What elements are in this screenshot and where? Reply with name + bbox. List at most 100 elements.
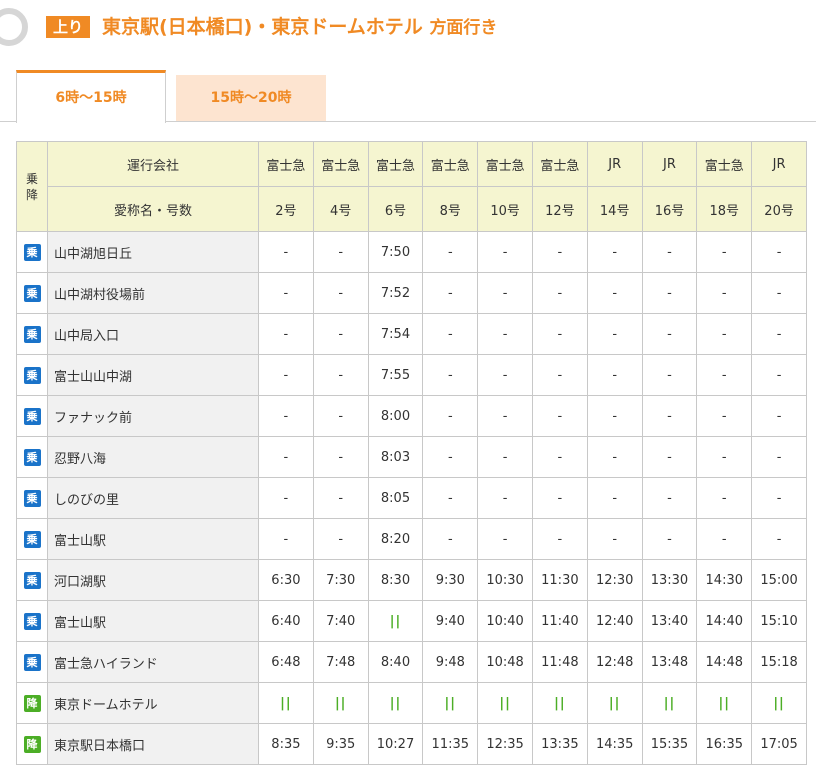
ride-badge-icon: 乗 bbox=[23, 571, 41, 589]
time-cell: - bbox=[477, 313, 533, 355]
time-cell: - bbox=[586, 272, 643, 314]
time-cell: - bbox=[312, 395, 369, 437]
pass-through-cell: || bbox=[367, 600, 424, 642]
time-cell: - bbox=[477, 477, 533, 519]
time-cell: - bbox=[477, 231, 533, 273]
operator-label: 運行会社 bbox=[47, 141, 259, 187]
pass-through-cell: || bbox=[586, 682, 643, 724]
time-cell: - bbox=[586, 354, 643, 396]
time-cell: - bbox=[258, 395, 314, 437]
time-cell: - bbox=[641, 395, 698, 437]
pass-through-cell: || bbox=[422, 682, 479, 724]
time-cell: 13:40 bbox=[641, 600, 698, 642]
time-cell: 8:40 bbox=[367, 641, 424, 683]
time-cell: 9:40 bbox=[422, 600, 479, 642]
time-cell: - bbox=[696, 477, 753, 519]
time-cell: 8:00 bbox=[367, 395, 424, 437]
table-row: 降東京駅日本橋口 8:35 9:35 10:27 11:35 12:35 13:35 14:3… bbox=[16, 723, 807, 765]
pass-through-mark: || bbox=[280, 695, 292, 711]
time-cell: - bbox=[422, 354, 479, 396]
time-cell: - bbox=[531, 354, 588, 396]
ride-alight-cell: 乗 bbox=[16, 354, 48, 396]
operator-cell: 富士急 bbox=[367, 141, 424, 187]
tab-6-15[interactable]: 6時〜15時 bbox=[16, 70, 166, 123]
time-cell: 11:40 bbox=[531, 600, 588, 642]
time-cell: 9:30 bbox=[422, 559, 479, 601]
operator-cell: 富士急 bbox=[422, 141, 479, 187]
time-cell: - bbox=[422, 477, 479, 519]
ride-badge-icon: 乗 bbox=[23, 653, 41, 671]
pass-through-cell: || bbox=[367, 682, 424, 724]
ride-alight-cell: 乗 bbox=[16, 600, 48, 642]
bus-number-cell: 18号 bbox=[696, 186, 753, 232]
pass-through-mark: || bbox=[389, 695, 402, 711]
time-cell: - bbox=[586, 231, 643, 273]
ride-alight-cell: 乗 bbox=[16, 313, 48, 355]
time-cell: 7:54 bbox=[367, 313, 424, 355]
time-cell: - bbox=[312, 354, 369, 396]
time-cell: - bbox=[641, 272, 698, 314]
time-cell: - bbox=[751, 313, 807, 355]
time-cell: - bbox=[422, 272, 479, 314]
station-name: 河口湖駅 bbox=[47, 559, 259, 601]
alight-header-char: 降 bbox=[25, 187, 38, 202]
time-cell: - bbox=[312, 313, 369, 355]
time-cell: - bbox=[586, 518, 643, 560]
station-name: 富士山駅 bbox=[47, 518, 259, 560]
time-cell: - bbox=[312, 231, 369, 273]
alight-badge-icon: 降 bbox=[23, 735, 41, 753]
table-row: 乗ファナック前 - -8:00- - - - - - - bbox=[16, 395, 807, 437]
time-cell: - bbox=[696, 272, 753, 314]
time-cell: 16:35 bbox=[696, 723, 753, 765]
station-name: 山中局入口 bbox=[47, 313, 259, 355]
time-cell: - bbox=[696, 354, 753, 396]
station-name: 東京ドームホテル bbox=[47, 682, 259, 724]
time-cell: 12:48 bbox=[586, 641, 643, 683]
ride-badge-icon: 乗 bbox=[23, 325, 41, 343]
time-cell: - bbox=[258, 272, 314, 314]
time-cell: 7:52 bbox=[367, 272, 424, 314]
time-cell: 13:48 bbox=[641, 641, 698, 683]
time-cell: - bbox=[258, 354, 314, 396]
time-cell: - bbox=[696, 518, 753, 560]
table-row: 乗しのびの里 - -8:05- - - - - - - bbox=[16, 477, 807, 519]
bus-number-cell: 16号 bbox=[641, 186, 698, 232]
time-cell: 8:35 bbox=[258, 723, 314, 765]
table-row: 乗山中局入口 - -7:54- - - - - - - bbox=[16, 313, 807, 355]
station-name: 山中湖村役場前 bbox=[47, 272, 259, 314]
ride-alight-cell: 降 bbox=[16, 723, 48, 765]
pass-through-cell: || bbox=[477, 682, 533, 724]
time-cell: 14:30 bbox=[696, 559, 753, 601]
time-cell: - bbox=[586, 313, 643, 355]
time-cell: 15:10 bbox=[751, 600, 807, 642]
pass-through-cell: || bbox=[751, 682, 807, 724]
page-title: 東京駅(日本橋口)・東京ドームホテル 方面行き bbox=[102, 14, 497, 41]
time-cell: - bbox=[258, 231, 314, 273]
time-cell: - bbox=[312, 518, 369, 560]
table-row: 乗富士急ハイランド 6:48 7:48 8:40 9:48 10:48 11:48 12:48… bbox=[16, 641, 807, 683]
time-cell: 13:35 bbox=[531, 723, 588, 765]
time-cell: - bbox=[696, 231, 753, 273]
station-name: 忍野八海 bbox=[47, 436, 259, 478]
title-main: 東京駅(日本橋口)・東京ドームホテル bbox=[102, 16, 423, 38]
time-cell: 11:35 bbox=[422, 723, 479, 765]
ride-badge-icon: 乗 bbox=[23, 448, 41, 466]
bus-number-cell: 4号 bbox=[312, 186, 369, 232]
time-cell: - bbox=[312, 272, 369, 314]
alight-badge-icon: 降 bbox=[23, 694, 41, 712]
bus-number-cell: 12号 bbox=[531, 186, 588, 232]
time-cell: 13:30 bbox=[641, 559, 698, 601]
title-suffix: 方面行き bbox=[429, 18, 498, 38]
time-cell: - bbox=[696, 436, 753, 478]
station-name: 富士急ハイランド bbox=[47, 641, 259, 683]
time-cell: 8:20 bbox=[367, 518, 424, 560]
pass-through-cell: || bbox=[258, 682, 314, 724]
operator-row: 乗降 運行会社 富士急 富士急 富士急 富士急 富士急 富士急 JR JR 富士急 JR bbox=[16, 141, 807, 232]
tab-15-20[interactable]: 15時〜20時 bbox=[176, 75, 326, 121]
header-ring-icon bbox=[0, 8, 28, 46]
time-cell: - bbox=[696, 313, 753, 355]
time-cell: - bbox=[258, 313, 314, 355]
bus-number-cell: 8号 bbox=[422, 186, 479, 232]
ride-alight-header: 乗降 bbox=[16, 141, 48, 232]
pass-through-mark: || bbox=[773, 695, 785, 711]
